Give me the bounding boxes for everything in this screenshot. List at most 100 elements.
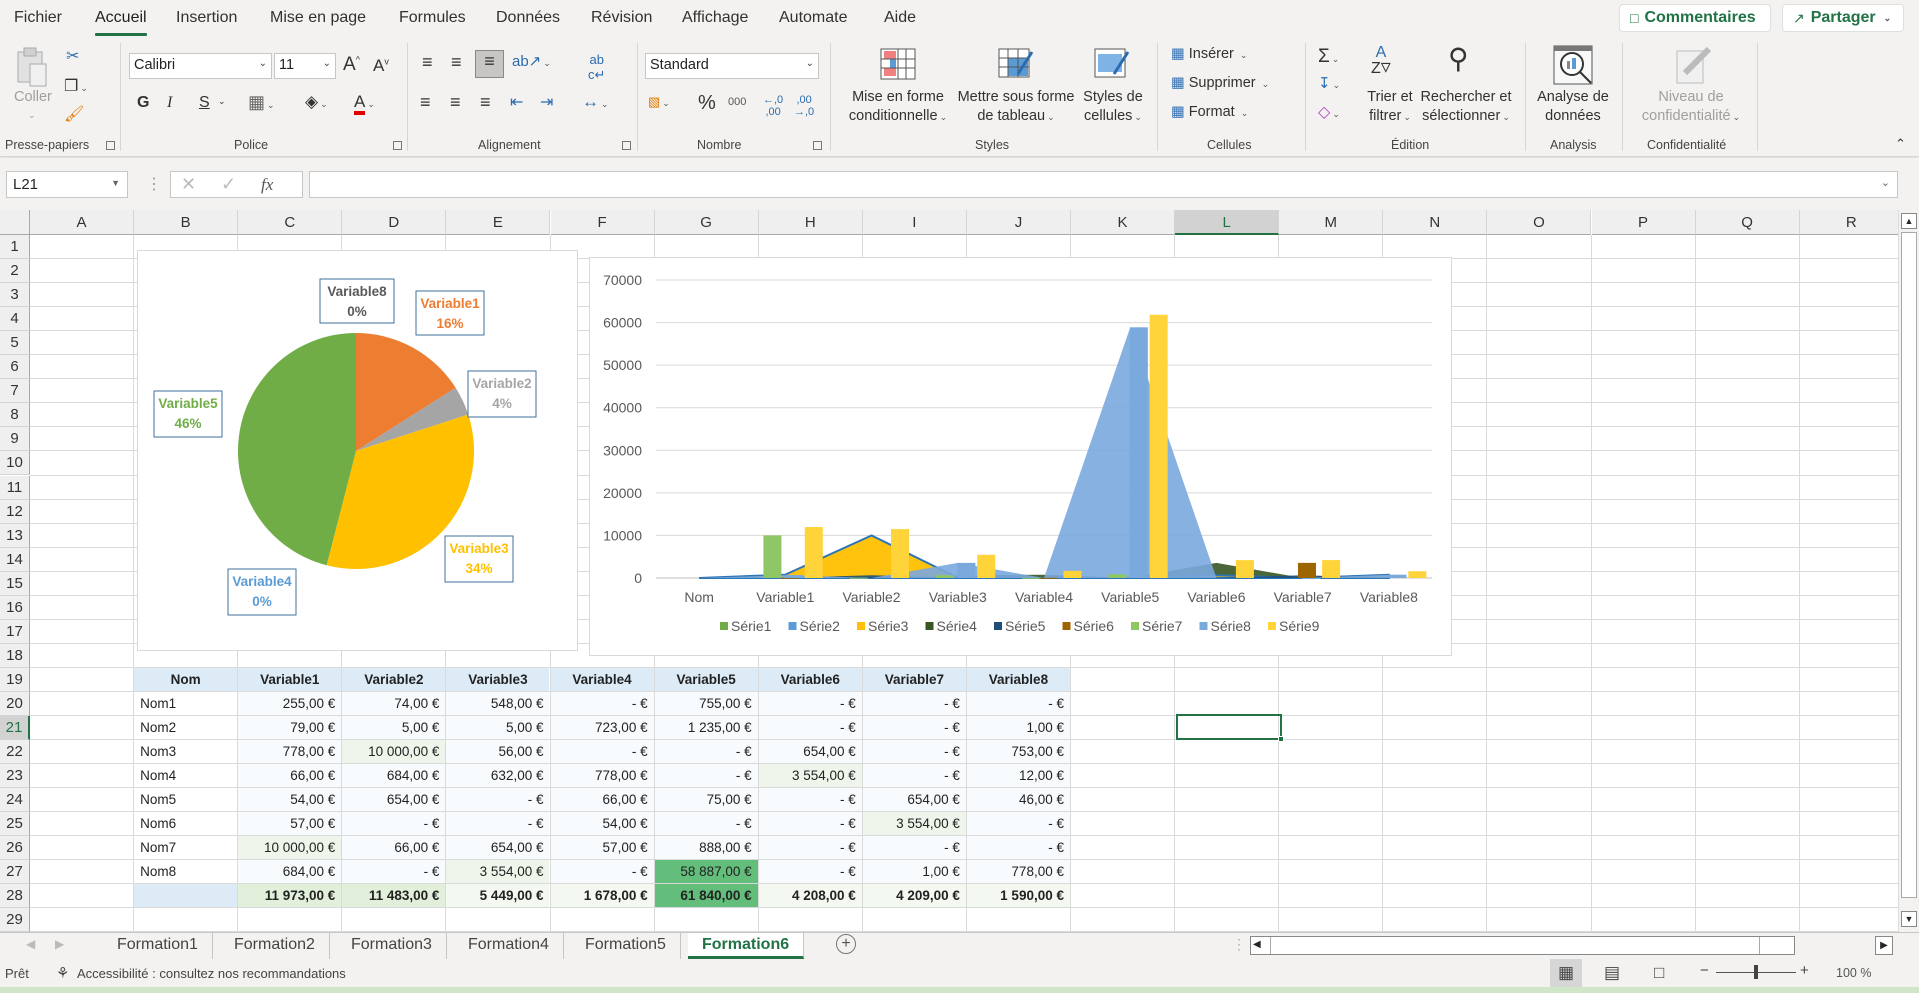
row-name-cell[interactable]: Nom7 [134,836,238,860]
column-header-q[interactable]: Q [1695,210,1800,235]
currency-icon[interactable]: ▧ ⌄ [648,94,670,110]
row-header-13[interactable]: 13 [0,523,30,548]
wrap-text-icon[interactable]: ab c↵ [588,52,605,83]
value-cell[interactable]: 66,00 € [342,836,446,860]
cancel-icon[interactable]: ✕ [181,174,196,195]
row-header-12[interactable]: 12 [0,499,30,524]
bar-série9-variable1[interactable] [804,527,823,578]
bar-série9-variable5[interactable] [1149,314,1168,578]
magnifier-icon[interactable]: ⚲ [1448,42,1469,75]
tab-accueil[interactable]: Accueil [95,9,147,36]
row-name-cell[interactable]: Nom4 [134,764,238,788]
total-cell[interactable]: 1 678,00 € [550,884,654,908]
page-break-view-icon[interactable]: □ [1654,959,1664,986]
bar-série8-variable3[interactable] [957,562,976,578]
row-name-cell[interactable]: Nom8 [134,860,238,884]
tab-revision[interactable]: Révision [591,9,652,27]
splitter-icon[interactable]: ⋮ [1232,936,1246,953]
tab-affichage[interactable]: Affichage [682,9,748,27]
value-cell[interactable]: 75,00 € [654,788,758,812]
value-cell[interactable]: - € [758,788,862,812]
area-série3[interactable] [699,534,1390,580]
total-cell[interactable]: 1 590,00 € [966,884,1070,908]
value-cell[interactable]: 10 000,00 € [342,740,446,764]
formula-input[interactable]: ⌄ [309,171,1898,198]
value-cell[interactable]: 54,00 € [550,812,654,836]
enter-icon[interactable]: ✓ [221,174,236,195]
bar-série7-variable3[interactable] [935,575,954,578]
bar-série6-variable4[interactable] [1039,577,1058,579]
table-header-cell[interactable]: Nom [134,667,238,691]
value-cell[interactable]: 66,00 € [238,764,342,788]
scroll-up-icon[interactable]: ▲ [1901,213,1917,229]
column-header-b[interactable]: B [134,210,239,235]
normal-view-icon[interactable]: ▦ [1550,959,1582,987]
value-cell[interactable]: - € [966,836,1070,860]
column-header-o[interactable]: O [1487,210,1592,235]
cell-styles-icon[interactable] [1094,48,1130,83]
borders-icon[interactable]: ▦ ⌄ [248,92,275,113]
tab-automate[interactable]: Automate [779,9,847,27]
value-cell[interactable]: 1,00 € [862,860,966,884]
table-header-cell[interactable]: Variable8 [966,667,1070,691]
value-cell[interactable]: - € [654,764,758,788]
row-header-11[interactable]: 11 [0,475,30,500]
number-format-select[interactable]: Standard ⌄ [645,53,819,79]
table-header-cell[interactable]: Variable2 [342,667,446,691]
paste-chevron-icon[interactable]: ⌄ [28,106,36,125]
share-button[interactable]: ↗ Partager ⌄ [1782,4,1904,32]
expand-formula-icon[interactable]: ⌄ [1881,176,1890,189]
value-cell[interactable]: 778,00 € [966,860,1070,884]
bar-série8-variable7[interactable] [1302,577,1321,579]
format-painter-icon[interactable]: 🖌 [64,104,84,124]
find-select-button[interactable]: Rechercher et sélectionner ⌄ [1418,88,1514,127]
format-as-table-button[interactable]: Mettre sous forme de tableau ⌄ [954,88,1078,127]
zoom-out-icon[interactable]: − [1700,962,1709,979]
zoom-in-icon[interactable]: + [1800,962,1809,979]
analyze-data-button[interactable]: Analyse de données [1530,88,1616,126]
sort-filter-icon[interactable]: A Z▿ [1371,45,1391,78]
format-as-table-icon[interactable] [998,48,1034,83]
value-cell[interactable]: 255,00 € [238,691,342,715]
value-cell[interactable]: 3 554,00 € [758,764,862,788]
total-cell[interactable]: 4 209,00 € [862,884,966,908]
bar-série7-variable1[interactable] [763,535,782,578]
value-cell[interactable]: 753,00 € [966,740,1070,764]
align-middle-icon[interactable]: ≡ [451,52,462,73]
bar-série6-variable7[interactable] [1297,562,1316,578]
conditional-format-button[interactable]: Mise en forme conditionnelle ⌄ [838,88,958,127]
sheet-tab-formation6[interactable]: Formation6 [688,933,805,959]
next-sheet-icon[interactable]: ▶ [55,937,64,951]
alignment-launcher-icon[interactable] [622,141,631,150]
value-cell[interactable]: - € [342,860,446,884]
value-cell[interactable]: 654,00 € [446,836,550,860]
number-launcher-icon[interactable] [813,141,822,150]
row-header-28[interactable]: 28 [0,884,30,909]
increase-font-icon[interactable]: A^ [343,54,360,76]
value-cell[interactable]: 66,00 € [550,788,654,812]
value-cell[interactable]: 74,00 € [342,691,446,715]
column-header-j[interactable]: J [966,210,1071,235]
row-header-16[interactable]: 16 [0,595,30,620]
row-header-21[interactable]: 21 [0,716,30,741]
bar-série9-variable8[interactable] [1408,571,1427,578]
value-cell[interactable]: 79,00 € [238,716,342,740]
thousands-button[interactable]: 000 [728,96,746,108]
value-cell[interactable]: 57,00 € [550,836,654,860]
bar-série9-variable7[interactable] [1322,560,1341,578]
underline-chevron-icon[interactable]: ⌄ [218,96,226,107]
tab-mise-en-page[interactable]: Mise en page [270,9,366,27]
row-name-cell[interactable]: Nom1 [134,691,238,715]
column-header-k[interactable]: K [1071,210,1176,235]
row-header-23[interactable]: 23 [0,764,30,789]
fill-handle[interactable] [1278,736,1284,742]
total-cell[interactable]: 4 208,00 € [758,884,862,908]
cell-styles-button[interactable]: Styles de cellules ⌄ [1080,88,1146,127]
row-header-25[interactable]: 25 [0,812,30,837]
paste-button[interactable] [12,46,52,90]
tab-insertion[interactable]: Insertion [176,9,237,27]
align-left-icon[interactable]: ≡ [420,92,431,113]
value-cell[interactable]: 778,00 € [238,740,342,764]
value-cell[interactable]: - € [758,691,862,715]
row-name-cell[interactable]: Nom5 [134,788,238,812]
